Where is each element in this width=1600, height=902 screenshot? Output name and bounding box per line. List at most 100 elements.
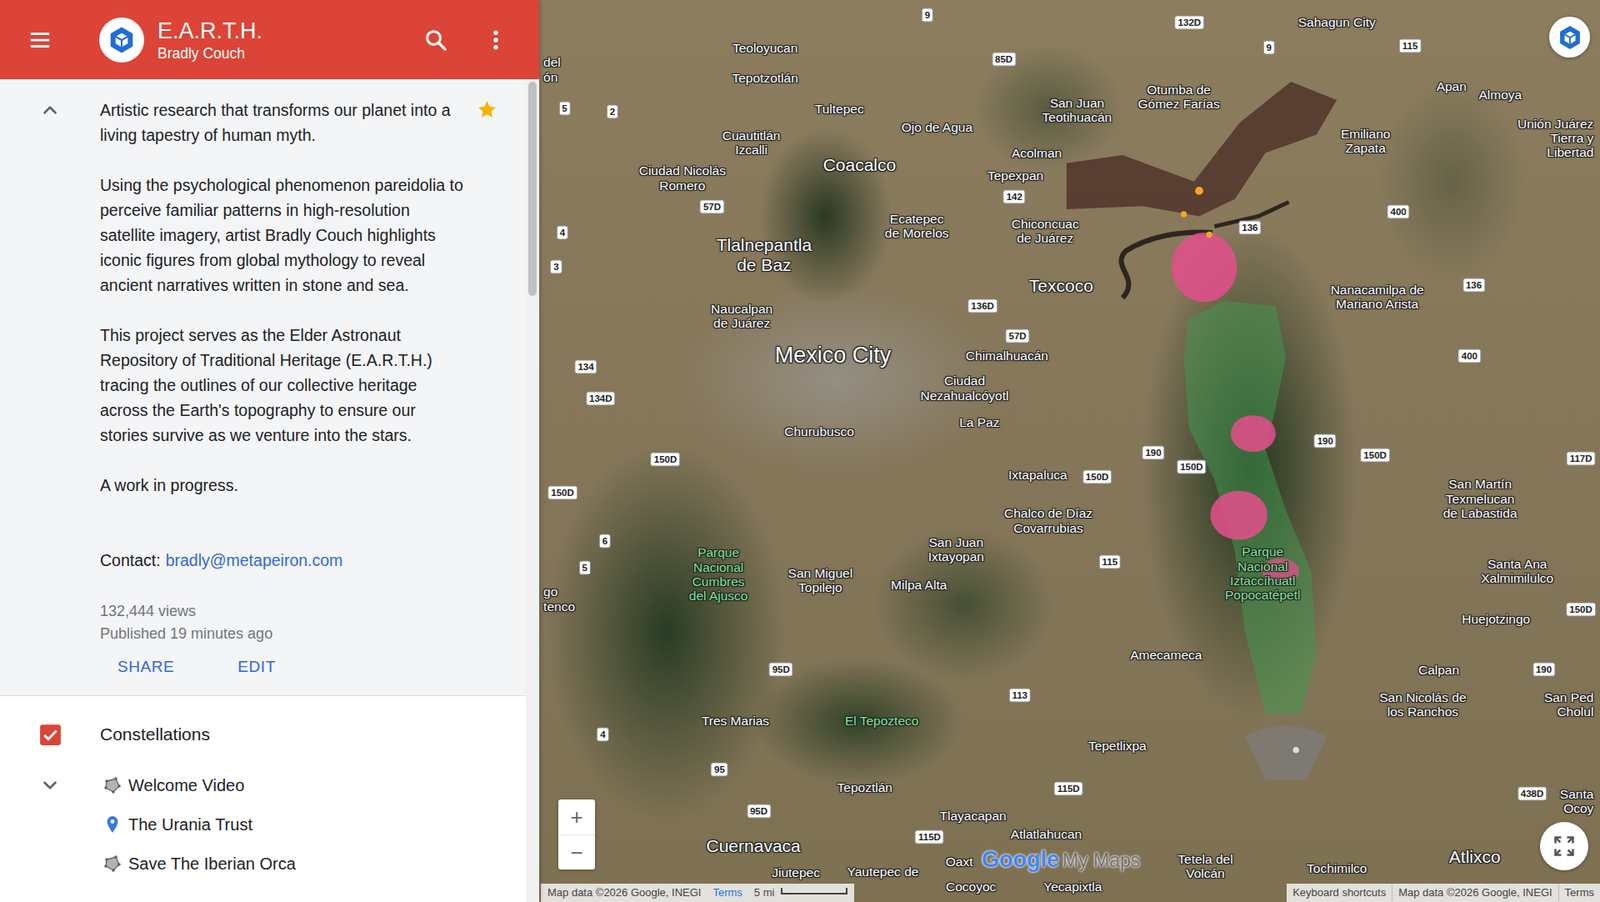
place-label: Tlayacapan <box>940 809 1007 824</box>
place-label: Almoya <box>1478 87 1522 102</box>
place-label: Apan <box>1436 79 1467 94</box>
road-shield: 115 <box>1399 39 1422 54</box>
constellation-shapes[interactable] <box>539 0 1600 902</box>
map-title[interactable]: E.A.R.T.H. <box>157 17 263 45</box>
place-label: Ojo de Agua <box>901 120 973 135</box>
item-icon-box <box>100 775 125 795</box>
map-logo-button[interactable] <box>1549 16 1590 58</box>
road-shield: 134 <box>574 360 597 375</box>
place-label: Teoloyucan <box>732 41 798 56</box>
scale-label: 5 mi <box>754 884 775 901</box>
item-label[interactable]: The Urania Trust <box>128 813 253 835</box>
terms-link[interactable]: Terms <box>712 884 742 901</box>
google-my-maps-logo: GoogleMy Maps <box>981 842 1140 877</box>
attribution: Map data ©2026 Google, INEGI <box>1391 884 1558 901</box>
google-wordmark: Google <box>981 842 1060 877</box>
more-button[interactable] <box>475 20 516 60</box>
road-shield: 2 <box>606 105 619 120</box>
place-label: Chalco de Díaz Covarrubias <box>1004 505 1093 535</box>
road-shield: 85D <box>991 52 1016 67</box>
place-label: La Paz <box>959 415 1000 430</box>
road-shield: 438D <box>1517 786 1548 801</box>
road-shield: 190 <box>1314 434 1337 449</box>
scrollbar-thumb[interactable] <box>528 81 537 296</box>
description-paragraph: A work in progress. <box>100 472 467 498</box>
side-body: Artistic research that transforms our pl… <box>0 79 540 902</box>
pin-icon <box>102 814 123 835</box>
fullscreen-icon <box>1552 834 1576 858</box>
app-window: E.A.R.T.H.Bradly Couch Artistic research … <box>0 0 1600 902</box>
road-shield: 150D <box>1176 460 1207 475</box>
road-shield: 150D <box>547 485 578 500</box>
place-label: San Juan Teotihuacán <box>1042 95 1113 125</box>
item-label[interactable]: Save The Iberian Orca <box>128 852 296 875</box>
place-label: Milpa Alta <box>890 578 947 593</box>
place-label: Santa Ocoy <box>1560 785 1595 815</box>
star-button[interactable] <box>466 97 507 121</box>
place-label: go tenco <box>543 584 575 614</box>
place-label: Oaxt <box>945 855 974 870</box>
scrollbar[interactable] <box>525 79 540 902</box>
layer-item[interactable]: Welcome Video <box>0 765 526 805</box>
place-label: Calpan <box>1418 662 1460 677</box>
place-label: Churubusco <box>784 425 855 440</box>
layer-item[interactable]: Save The Iberian Orca <box>0 843 526 883</box>
place-label: Sahagun City <box>1298 15 1376 30</box>
collapse-button[interactable] <box>0 97 100 121</box>
zoom-in-button[interactable]: + <box>558 799 595 835</box>
search-button[interactable] <box>415 20 456 60</box>
place-label: Nanacamilpa de Mariano Arista <box>1330 282 1425 312</box>
place-label: Parque Nacional Cumbres del Ajusco <box>689 545 749 604</box>
expand-button[interactable] <box>0 774 100 796</box>
place-label: Tepexpan <box>987 168 1044 183</box>
edit-button[interactable]: EDIT <box>220 651 294 682</box>
place-label: del ón <box>543 55 561 85</box>
map-canvas[interactable]: del ónTeoloyucanTepotzotlánTultepecOjo d… <box>539 0 1600 902</box>
fullscreen-button[interactable] <box>1540 821 1589 870</box>
item-label[interactable]: Welcome Video <box>128 774 245 796</box>
map-logo[interactable] <box>99 17 145 63</box>
keyboard-shortcuts-link[interactable]: Keyboard shortcuts <box>1286 884 1392 901</box>
menu-button[interactable] <box>0 0 80 80</box>
share-button[interactable]: SHARE <box>100 651 192 682</box>
place-label: Chiconcuac de Juárez <box>1011 216 1080 246</box>
description-actions: SHARE EDIT <box>100 651 467 682</box>
place-label: Jiutepec <box>771 865 820 880</box>
header-actions <box>415 20 516 60</box>
description-text: Artistic research that transforms our pl… <box>100 97 467 682</box>
layer-header: Constellations <box>0 717 526 751</box>
place-label: Texcoco <box>1029 275 1094 296</box>
terms-link[interactable]: Terms <box>1558 884 1600 901</box>
place-label: San Miguel Topilejo <box>788 565 854 595</box>
zoom-out-button[interactable]: − <box>558 834 595 870</box>
place-label: Atlatlahucan <box>1010 826 1082 841</box>
place-label: Otumba de Gómez Farías <box>1138 81 1220 111</box>
search-icon <box>423 27 449 53</box>
road-shield: 95 <box>710 761 729 776</box>
contact-email-link[interactable]: bradly@metapeiron.com <box>165 547 344 573</box>
road-shield: 5 <box>579 560 591 575</box>
star-icon <box>475 98 499 121</box>
description-paragraph: Artistic research that transforms our pl… <box>100 97 467 148</box>
layer-checkbox[interactable] <box>0 723 100 746</box>
road-shield: 150D <box>1360 448 1390 463</box>
cube-logo-icon <box>1555 23 1585 52</box>
item-icon-box <box>100 853 125 874</box>
road-shield: 4 <box>556 225 569 240</box>
layer: Constellations Welcome Video The Urania Tr… <box>0 695 526 883</box>
layer-item[interactable]: The Urania Trust <box>0 804 526 844</box>
place-label: Cuautitlán Izcalli <box>722 128 781 158</box>
place-label: Unión Juárez Tierra y Libertad <box>1517 115 1594 160</box>
map-footer-right: Keyboard shortcutsMap data ©2026 Google,… <box>1286 883 1600 902</box>
place-label: Tultepec <box>815 101 865 116</box>
layer-items: Welcome Video The Urania Trust Save The Ib… <box>0 765 526 883</box>
place-label: San Ped Cholul <box>1544 690 1594 720</box>
place-label: Tochimilco <box>1306 860 1367 875</box>
app-header: E.A.R.T.H.Bradly Couch <box>0 0 540 80</box>
place-label: Chimalhuacán <box>965 349 1049 364</box>
place-label: Tepoztlán <box>837 780 893 795</box>
layer-name[interactable]: Constellations <box>100 722 210 746</box>
published-time: Published 19 minutes ago <box>100 622 467 645</box>
place-label: San Juan Ixtayopan <box>928 535 985 565</box>
scale-bar <box>780 887 848 895</box>
